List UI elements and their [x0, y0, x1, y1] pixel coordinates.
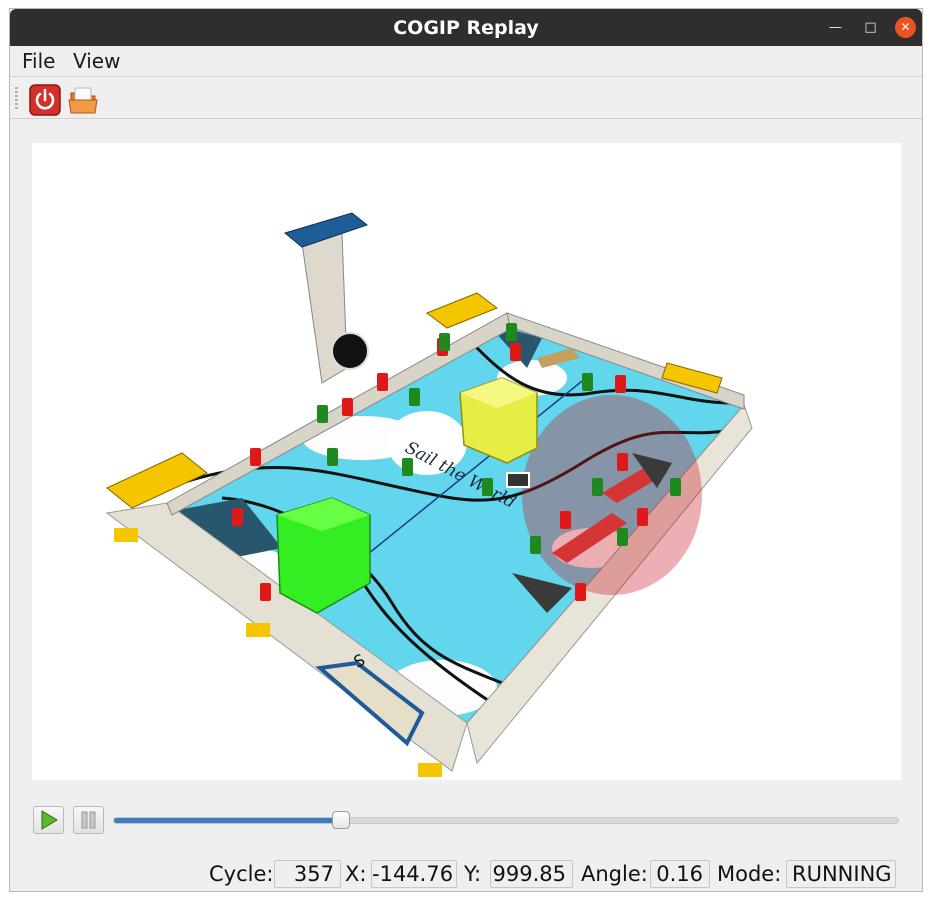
toolbar	[10, 76, 922, 119]
playback-controls	[10, 804, 922, 838]
menu-view[interactable]: View	[73, 49, 120, 73]
window-title: COGIP Replay	[393, 17, 539, 39]
yellow-block	[425, 292, 499, 329]
yellow-block	[418, 763, 442, 777]
3d-view[interactable]: Sail the World S	[32, 143, 901, 780]
x-label: X:	[345, 862, 367, 886]
yellow-block	[246, 623, 270, 637]
pause-icon	[81, 811, 96, 829]
mode-value: RUNNING	[786, 860, 896, 888]
power-button[interactable]	[29, 84, 61, 116]
app-window: COGIP Replay — □ ✕ File View Sail the Wo…	[9, 8, 923, 892]
maximize-icon[interactable]: □	[860, 17, 881, 38]
compass-disc	[331, 332, 369, 370]
angle-value: 0.16	[650, 860, 710, 888]
pause-button[interactable]	[73, 806, 104, 834]
cycle-value: 357	[274, 860, 341, 888]
x-value: -144.76	[371, 860, 457, 888]
title-bar[interactable]: COGIP Replay — □ ✕	[10, 9, 922, 46]
menu-file[interactable]: File	[22, 49, 55, 73]
cycle-label: Cycle:	[209, 862, 274, 886]
play-button[interactable]	[33, 806, 64, 834]
mode-label: Mode:	[717, 862, 782, 886]
open-file-button[interactable]	[67, 84, 99, 116]
status-bar: Cycle: 357 X: -144.76 Y: 999.85 Angle: 0…	[10, 859, 922, 891]
close-icon[interactable]: ✕	[895, 17, 916, 38]
slider-fill	[114, 818, 342, 823]
menu-bar: File View	[10, 46, 922, 76]
play-icon	[41, 810, 58, 830]
minimize-icon[interactable]: —	[825, 17, 846, 38]
aruco-marker	[506, 472, 530, 488]
game-table-scene: Sail the World S	[105, 212, 753, 777]
slider-handle[interactable]	[332, 811, 351, 829]
angle-label: Angle:	[581, 862, 648, 886]
power-icon	[29, 84, 61, 116]
replay-slider[interactable]	[113, 811, 899, 829]
y-value: 999.85	[490, 860, 573, 888]
y-label: Y:	[464, 862, 482, 886]
open-folder-icon	[68, 87, 98, 114]
toolbar-grip[interactable]	[15, 87, 18, 109]
yellow-block	[114, 528, 138, 542]
